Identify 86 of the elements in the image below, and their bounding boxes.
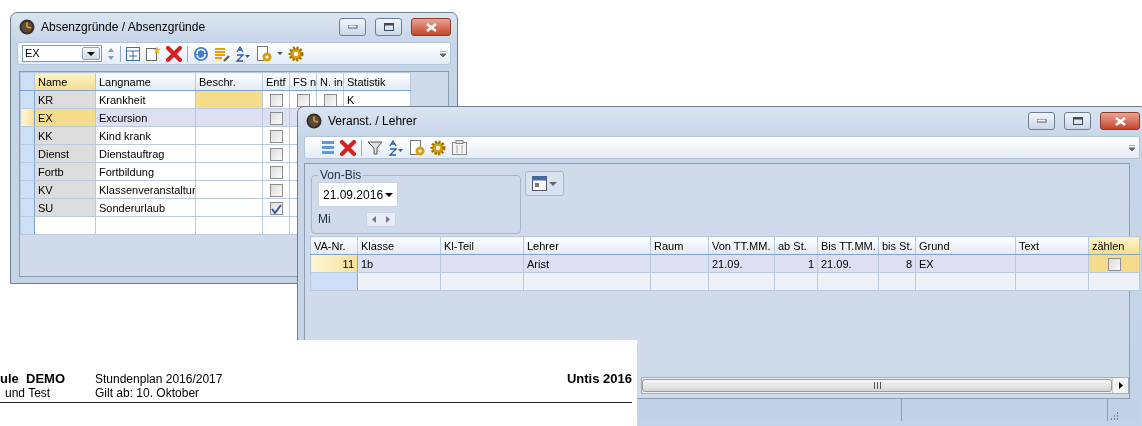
column-header[interactable]: ab St. bbox=[774, 236, 818, 255]
column-header[interactable]: Text bbox=[1015, 236, 1089, 255]
column-header[interactable]: Bis TT.MM. bbox=[817, 236, 879, 255]
maximize-button[interactable] bbox=[1064, 112, 1091, 130]
plan-title: Stundenplan 2016/2017 bbox=[95, 372, 224, 386]
dropdown-value: EX bbox=[25, 46, 40, 62]
column-header[interactable]: Lehrer bbox=[523, 236, 651, 255]
scroll-right-button[interactable] bbox=[1112, 378, 1128, 393]
checkbox[interactable] bbox=[1107, 258, 1121, 272]
column-header[interactable]: Von TT.MM. bbox=[708, 236, 775, 255]
minimize-icon bbox=[347, 25, 358, 29]
gear-icon[interactable] bbox=[288, 45, 304, 62]
column-header[interactable]: VA-Nr. bbox=[310, 236, 358, 255]
right-arrow-icon bbox=[1117, 382, 1124, 389]
spinner-icon[interactable] bbox=[107, 46, 115, 61]
column-header[interactable]: FS n bbox=[289, 72, 317, 91]
clock-icon bbox=[19, 19, 35, 35]
maximize-button[interactable] bbox=[375, 18, 402, 36]
horizontal-scrollbar[interactable] bbox=[641, 377, 1129, 394]
column-header[interactable]: Kl-Teil bbox=[440, 236, 524, 255]
checkbox[interactable] bbox=[269, 166, 283, 180]
gear-icon[interactable] bbox=[430, 139, 446, 156]
school-name: ule DEMO bbox=[0, 372, 66, 386]
minimize-button[interactable] bbox=[339, 18, 366, 36]
window-title: Veranst. / Lehrer bbox=[328, 113, 418, 130]
grip-icon bbox=[873, 382, 881, 389]
window-title: Absenzgründe / Absenzgründe bbox=[41, 19, 207, 36]
column-header[interactable]: N. in bbox=[316, 72, 344, 91]
valid-from-text: Gilt ab: 10. Oktober bbox=[95, 386, 201, 400]
column-header[interactable]: bis St. bbox=[878, 236, 916, 255]
column-header[interactable]: Langname bbox=[95, 72, 196, 91]
scrollbar-thumb[interactable] bbox=[642, 379, 1112, 392]
sort-icon[interactable] bbox=[235, 45, 251, 62]
caret-icon bbox=[385, 192, 393, 197]
checkbox[interactable] bbox=[296, 94, 310, 108]
group-label: Von-Bis bbox=[319, 168, 363, 182]
caret-icon bbox=[549, 181, 557, 186]
close-button[interactable] bbox=[1100, 112, 1140, 130]
checkbox[interactable] bbox=[269, 148, 283, 162]
checkbox[interactable] bbox=[269, 130, 283, 144]
delete-icon[interactable] bbox=[340, 139, 356, 156]
column-header[interactable]: zählen bbox=[1088, 236, 1140, 255]
close-button[interactable] bbox=[411, 18, 451, 36]
maximize-icon bbox=[1072, 117, 1083, 125]
sort-icon[interactable] bbox=[388, 139, 404, 156]
clock-icon bbox=[306, 113, 322, 129]
close-icon bbox=[1114, 116, 1126, 126]
checkbox[interactable] bbox=[269, 184, 283, 198]
column-header[interactable]: Grund bbox=[915, 236, 1016, 255]
column-header[interactable]: Raum bbox=[650, 236, 709, 255]
grid-icon[interactable] bbox=[126, 46, 140, 61]
calendar-button[interactable] bbox=[525, 171, 564, 196]
caret-icon bbox=[87, 51, 95, 56]
list-icon[interactable] bbox=[321, 140, 335, 155]
resize-grip-icon bbox=[1108, 410, 1119, 421]
clipboard-icon[interactable] bbox=[451, 140, 468, 155]
overflow-icon[interactable] bbox=[1129, 144, 1135, 151]
left-arrow-icon bbox=[371, 215, 377, 223]
caret-icon[interactable] bbox=[277, 52, 283, 55]
refresh-icon[interactable] bbox=[193, 45, 209, 62]
close-icon bbox=[425, 22, 437, 32]
column-header[interactable]: Statistik bbox=[343, 72, 411, 91]
minimize-button[interactable] bbox=[1028, 112, 1055, 130]
product-name: Untis 2016 bbox=[566, 372, 632, 388]
new-document-icon[interactable] bbox=[145, 46, 161, 61]
weekday-label: Mi bbox=[318, 211, 332, 228]
overflow-icon[interactable] bbox=[440, 50, 446, 57]
checkbox[interactable] bbox=[269, 94, 283, 108]
column-header[interactable]: Klasse bbox=[357, 236, 441, 255]
checkbox[interactable] bbox=[269, 202, 283, 216]
column-header[interactable]: Beschr. bbox=[195, 72, 263, 91]
column-header[interactable]: Entf bbox=[262, 72, 290, 91]
document-gear-icon[interactable] bbox=[256, 45, 272, 62]
checkbox[interactable] bbox=[269, 112, 283, 126]
right-arrow-icon bbox=[385, 215, 391, 223]
filter-icon[interactable] bbox=[367, 139, 383, 156]
date-field[interactable]: 21.09.2016 bbox=[318, 182, 398, 207]
school-subtitle: und Test bbox=[4, 386, 52, 400]
delete-icon[interactable] bbox=[166, 45, 182, 62]
column-header[interactable]: Name bbox=[34, 72, 96, 91]
calendar-icon bbox=[532, 176, 547, 191]
dropdown-field[interactable]: EX bbox=[22, 45, 102, 62]
document-gear-icon[interactable] bbox=[409, 139, 425, 156]
list-edit-icon[interactable] bbox=[214, 45, 230, 62]
maximize-icon bbox=[383, 23, 394, 31]
minimize-icon bbox=[1036, 119, 1047, 123]
